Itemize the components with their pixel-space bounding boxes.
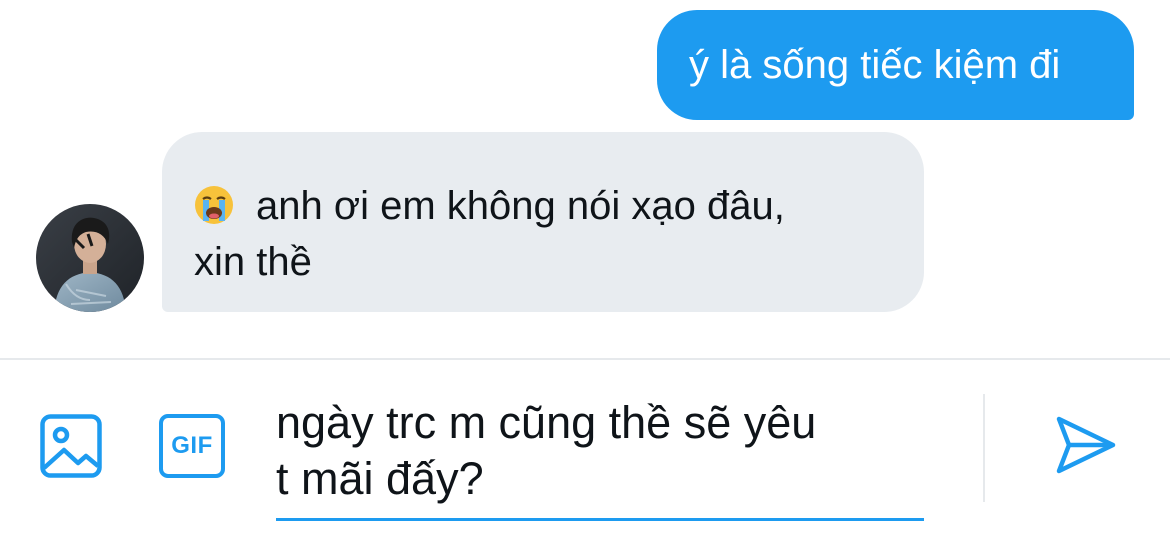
incoming-message-bubble[interactable]: anh ơi em không nói xạo đâu, xin thề [162, 132, 924, 312]
outgoing-message-bubble[interactable]: ý là sống tiếc kiệm đi [657, 10, 1134, 120]
avatar[interactable] [36, 204, 144, 312]
message-thread: ý là sống tiếc kiệm đi anh ơi em không n… [0, 0, 1170, 360]
send-icon [1056, 416, 1116, 474]
draft-line-1: ngày trc m cũng thề sẽ yêu [276, 397, 817, 448]
add-gif-button[interactable]: GIF [159, 414, 225, 478]
incoming-message-line-1: anh ơi em không nói xạo đâu, [256, 184, 785, 228]
message-input[interactable]: ngày trc m cũng thề sẽ yêu t mãi đấy? [276, 395, 924, 523]
avatar-photo [36, 204, 144, 312]
loudly-crying-face-emoji [194, 184, 234, 224]
message-draft[interactable]: ngày trc m cũng thề sẽ yêu t mãi đấy? [276, 395, 924, 515]
send-separator [983, 394, 985, 502]
add-image-button[interactable] [40, 414, 102, 478]
send-button[interactable] [1055, 414, 1117, 476]
outgoing-message-text: ý là sống tiếc kiệm đi [689, 43, 1061, 87]
input-focus-underline [276, 518, 924, 521]
draft-line-2: t mãi đấy? [276, 453, 484, 504]
gif-icon: GIF [159, 414, 225, 478]
gif-label: GIF [171, 432, 213, 459]
image-icon [40, 414, 102, 478]
incoming-message-line-2: xin thề [194, 240, 312, 284]
